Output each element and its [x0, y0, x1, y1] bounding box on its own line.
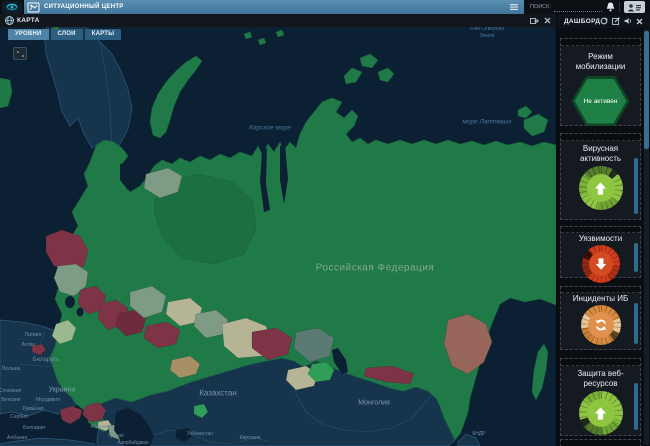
widget-header[interactable] — [561, 134, 640, 141]
globe-icon — [5, 16, 14, 25]
tab-maps[interactable]: КАРТЫ — [84, 29, 122, 40]
eye-logo-icon[interactable] — [2, 0, 22, 14]
widget-header[interactable] — [561, 359, 640, 366]
widget-scrollbar[interactable] — [634, 303, 638, 344]
top-bar: СИТУАЦИОННЫЙ ЦЕНТР ПОИСК: — [0, 0, 650, 14]
app-title-strip: СИТУАЦИОННЫЙ ЦЕНТР — [24, 0, 524, 14]
dashboard-scrollbar-thumb[interactable] — [644, 31, 649, 149]
arrow-up-icon — [594, 406, 607, 420]
map-tabs: УРОВНИ СЛОИ КАРТЫ — [8, 29, 122, 40]
undock-icon[interactable] — [530, 17, 539, 25]
widget-scrollbar[interactable] — [634, 243, 638, 272]
map-mini-control[interactable] — [13, 47, 27, 60]
tab-levels[interactable]: УРОВНИ — [8, 29, 49, 40]
mobilization-status-hexagon[interactable]: Не активен — [561, 76, 640, 126]
tab-layers[interactable]: СЛОИ — [50, 29, 83, 40]
widget-scrollbar[interactable] — [634, 383, 638, 430]
arrow-down-icon — [595, 258, 606, 270]
widget-security-incidents: Инциденты ИБ — [560, 286, 641, 350]
refresh-arrows-icon — [595, 319, 606, 331]
widget-virus-activity: Вирусная активность — [560, 133, 641, 220]
divider — [618, 2, 620, 12]
web-protection-gauge[interactable] — [578, 391, 623, 435]
map-window-icon — [27, 2, 40, 13]
vulnerabilities-gauge[interactable] — [581, 245, 620, 283]
dashboard-title: ДАШБОРД — [564, 17, 601, 25]
virus-activity-gauge[interactable] — [578, 166, 623, 210]
widget-mobilization-mode: Режим мобилизации Не активен — [560, 38, 641, 126]
widget-title: Режим мобилизации — [575, 52, 626, 71]
widget-web-protection: Защита веб-ресурсов — [560, 358, 641, 436]
widget-list: Режим мобилизации Не активен Вирусная ак… — [560, 28, 641, 446]
widget-title: Инциденты ИБ — [572, 294, 629, 303]
widget-header[interactable] — [561, 440, 640, 446]
widget-vulnerabilities: Уязвимости — [560, 226, 641, 283]
search-input[interactable] — [553, 2, 602, 12]
map-body: о-ва Северная Земля Карское море море Ла… — [0, 27, 556, 446]
menu-icon[interactable] — [510, 3, 518, 11]
widget-title: Вирусная активность — [579, 144, 622, 163]
widget-header[interactable] — [561, 227, 640, 233]
close-icon[interactable] — [636, 18, 643, 25]
search-label: ПОИСК: — [530, 4, 551, 10]
widget-next-partial — [560, 439, 641, 446]
status-badge: Не активен — [583, 97, 618, 105]
incidents-gauge[interactable] — [580, 305, 621, 345]
widget-title: Защита веб-ресурсов — [577, 369, 624, 388]
app-title: СИТУАЦИОННЫЙ ЦЕНТР — [44, 4, 124, 10]
map-panel-title: КАРТА — [17, 17, 40, 24]
widget-header[interactable] — [561, 287, 640, 293]
map-canvas[interactable]: о-ва Северная Земля Карское море море Ла… — [0, 27, 556, 446]
map-svg[interactable] — [0, 27, 556, 446]
search-area: ПОИСК: — [524, 0, 650, 14]
dashboard-scrollbar[interactable] — [644, 29, 649, 445]
arrow-up-icon — [594, 181, 607, 195]
notifications-icon[interactable] — [606, 2, 615, 12]
close-icon[interactable] — [544, 17, 551, 24]
map-panel-header: КАРТА — [0, 14, 556, 27]
refresh-icon[interactable] — [600, 17, 609, 25]
widget-title: Уязвимости — [578, 234, 623, 243]
widget-scrollbar[interactable] — [634, 158, 638, 214]
user-profile-icon[interactable] — [623, 1, 645, 13]
dashboard-header: ДАШБОРД — [557, 14, 650, 28]
edit-icon[interactable] — [612, 17, 621, 25]
dashboard-panel: ДАШБОРД Режим мобилизации Не активен Вир… — [557, 14, 650, 446]
map-panel: КАРТА о-ва Северная Земля Карское море м… — [0, 14, 557, 446]
widget-header[interactable] — [561, 39, 640, 46]
sound-icon[interactable] — [624, 17, 632, 25]
